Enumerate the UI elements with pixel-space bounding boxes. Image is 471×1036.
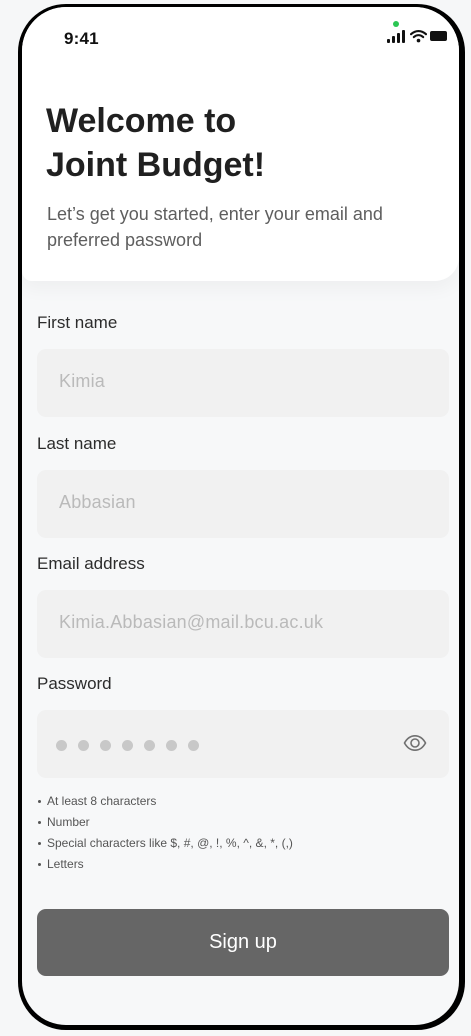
email-field[interactable]: Kimia.Abbasian@mail.bcu.ac.uk <box>37 590 449 658</box>
password-rule: At least 8 characters <box>37 791 447 812</box>
password-rule: Number <box>37 812 447 833</box>
password-field[interactable] <box>37 710 449 778</box>
eye-icon[interactable] <box>403 734 427 752</box>
first-name-field[interactable]: Kimia <box>37 349 449 417</box>
password-requirements: At least 8 characters Number Special cha… <box>37 791 447 875</box>
privacy-indicator-icon <box>393 21 399 27</box>
first-name-placeholder: Kimia <box>59 371 106 391</box>
battery-icon <box>430 31 447 41</box>
status-time: 9:41 <box>64 29 99 48</box>
last-name-placeholder: Abbasian <box>59 492 136 512</box>
wifi-icon <box>410 30 427 43</box>
phone-frame: 9:41 Welcome to Joint Budget! Let’s get … <box>18 4 465 1030</box>
email-address-label: Email address <box>37 554 145 573</box>
signup-button[interactable]: Sign up <box>37 909 449 976</box>
last-name-field[interactable]: Abbasian <box>37 470 449 538</box>
signal-icon <box>387 29 407 43</box>
email-placeholder: Kimia.Abbasian@mail.bcu.ac.uk <box>59 612 324 632</box>
password-label: Password <box>37 674 112 693</box>
password-rule: Special characters like $, #, @, !, %, ^… <box>37 833 447 854</box>
status-bar: 9:41 <box>22 7 459 71</box>
last-name-label: Last name <box>37 434 117 453</box>
masked-password <box>56 736 216 752</box>
status-icons <box>375 21 447 45</box>
first-name-label: First name <box>37 313 118 332</box>
signup-form: First name Kimia Last name Abbasian Emai… <box>22 7 459 1025</box>
signup-screen: 9:41 Welcome to Joint Budget! Let’s get … <box>22 7 459 1025</box>
password-rule: Letters <box>37 854 447 875</box>
